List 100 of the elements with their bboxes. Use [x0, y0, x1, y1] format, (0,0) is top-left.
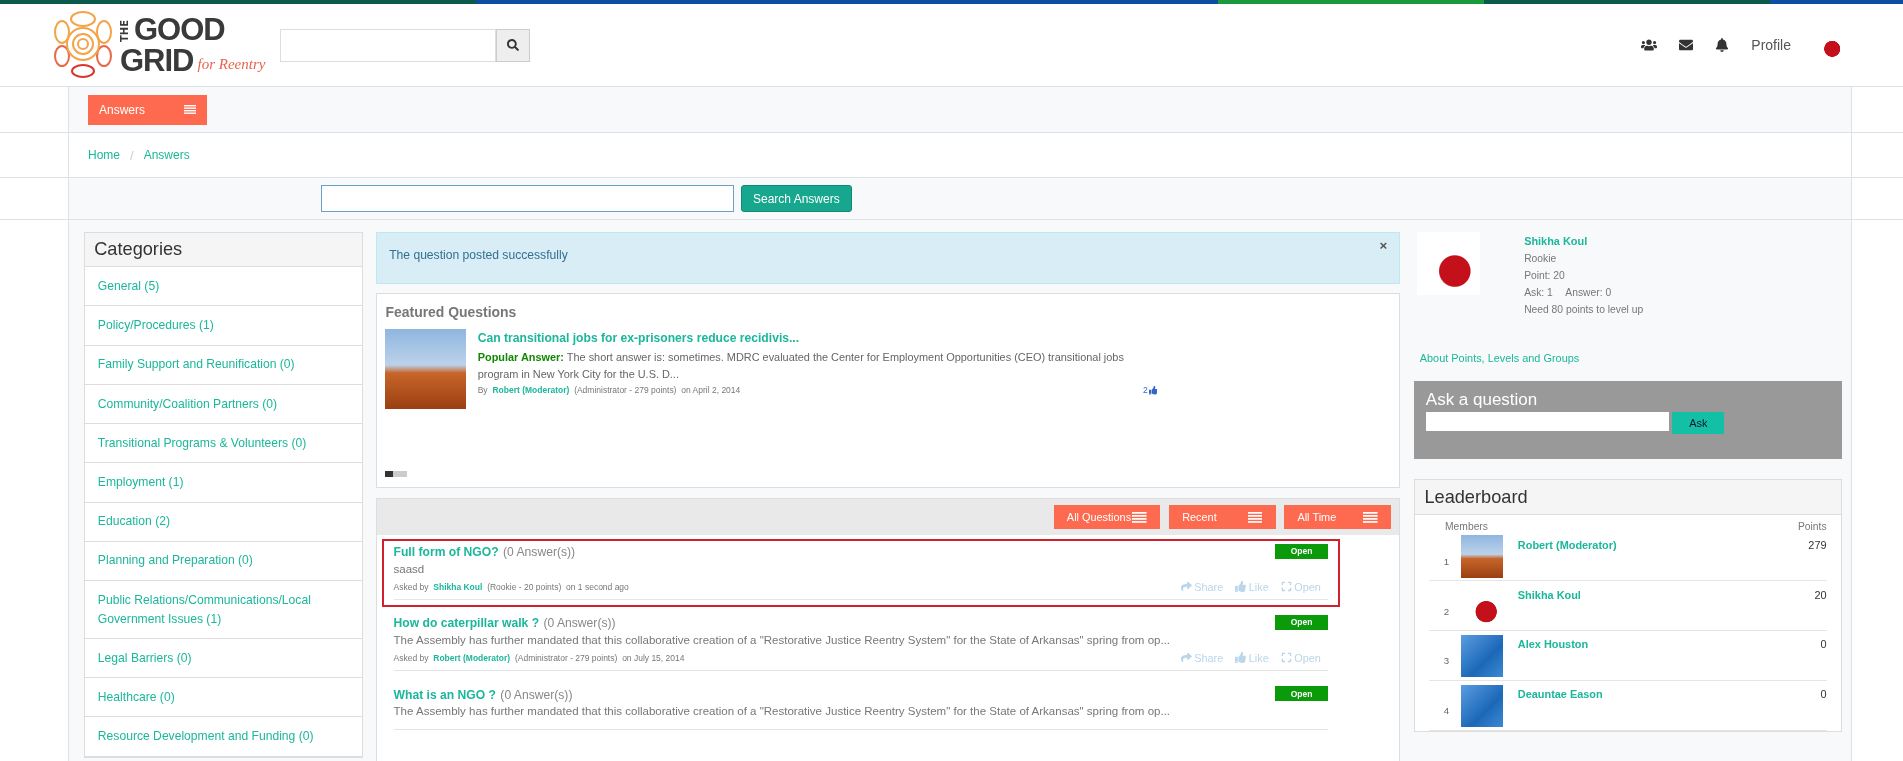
category-link[interactable]: Policy/Procedures (1) — [84, 306, 362, 346]
category-link[interactable]: Transitional Programs & Volunteers (0) — [84, 424, 362, 464]
menu-icon — [1362, 511, 1378, 523]
question-excerpt: The Assembly has further mandated that this collaborative creation of a "Restorative Justice Reentry System" for the State of Arkansas" spring from op... — [393, 705, 1172, 717]
column-header: Members — [1445, 520, 1488, 532]
logo-text: GRID — [120, 45, 194, 76]
profile-name-link[interactable]: Shikha Koul — [1524, 232, 1644, 251]
expand-icon — [1280, 581, 1292, 593]
column-header: Points — [1797, 520, 1827, 532]
member-photo — [1460, 634, 1504, 678]
category-link[interactable]: Legal Barriers (0) — [84, 639, 362, 679]
category-link[interactable]: Resource Development and Funding (0) — [84, 717, 362, 757]
carousel-indicator[interactable] — [385, 471, 393, 478]
answer-count: Answer: 0 — [1565, 287, 1612, 299]
action-link[interactable]: Share — [1180, 651, 1224, 664]
search-field[interactable] — [280, 28, 496, 62]
logo[interactable]: THE GOOD GRID for Reentry — [50, 10, 280, 80]
answer-count: (0 Answer(s)) — [543, 616, 616, 631]
level-text: Rookie — [1524, 252, 1558, 267]
meta-text: Asked by — [393, 652, 429, 663]
category-link[interactable]: Community/Coalition Partners (0) — [84, 384, 362, 425]
logo-text: THE — [120, 19, 130, 42]
search-icon — [507, 39, 519, 51]
action-link[interactable]: Share — [1180, 580, 1224, 593]
search-button[interactable] — [496, 28, 530, 62]
action-link[interactable]: Like — [1235, 651, 1269, 664]
panel-title: Featured Questions — [385, 303, 518, 320]
menu-icon — [1247, 511, 1263, 523]
rank-text: 3 — [1442, 655, 1451, 667]
member-link[interactable]: Robert (Moderator) — [1517, 538, 1778, 551]
notification-icon[interactable] — [1715, 38, 1730, 52]
filter-dropdown-button[interactable]: Recent — [1168, 504, 1276, 530]
category-link[interactable]: Planning and Preparation (0) — [84, 541, 362, 581]
filter-dropdown-button[interactable]: All Questions — [1053, 504, 1161, 530]
logo-text: GOOD — [134, 14, 225, 45]
breadcrumb-link[interactable]: Home — [88, 148, 120, 162]
filter-dropdown-button[interactable]: All Time — [1284, 504, 1391, 530]
points-text: Point: 20 — [1524, 269, 1566, 284]
alert-message: The question posted successfully — [389, 247, 568, 262]
people-icon[interactable] — [1641, 37, 1658, 53]
search-answers-button[interactable]: Search Answers — [741, 185, 852, 212]
meta-text: Asked by — [393, 581, 429, 592]
question-excerpt: saasd — [393, 562, 426, 575]
question-link[interactable]: Full form of NGO? — [393, 545, 499, 560]
points-value: 0 — [1819, 688, 1827, 701]
author-link[interactable]: Shikha Koul — [433, 581, 483, 592]
member-link[interactable]: Deauntae Eason — [1517, 688, 1778, 701]
member-link[interactable]: Alex Houston — [1517, 638, 1778, 651]
level-up-text: Need 80 points to level up — [1524, 303, 1644, 318]
question-field[interactable] — [1425, 412, 1669, 432]
meta-text: (Administrator - 279 points) — [574, 383, 677, 397]
action-link[interactable]: Like — [1235, 580, 1269, 593]
profile-link[interactable]: Profile — [1751, 37, 1791, 53]
thumbs-up-icon — [1235, 652, 1247, 664]
breadcrumb-link[interactable]: Answers — [143, 148, 190, 162]
carousel-indicator[interactable] — [392, 471, 401, 478]
category-link[interactable]: Healthcare (0) — [84, 678, 362, 718]
category-link[interactable]: Family Support and Reunification (0) — [84, 345, 362, 385]
category-link[interactable]: Education (2) — [84, 502, 362, 542]
category-link[interactable]: Employment (1) — [84, 463, 362, 503]
question-link[interactable]: What is an NGO ? — [393, 687, 496, 702]
question-link[interactable]: How do caterpillar walk ? — [393, 616, 540, 631]
profile-photo — [1417, 232, 1481, 296]
member-photo — [1460, 535, 1504, 578]
author-link[interactable]: Robert (Moderator) — [492, 383, 570, 398]
thumbs-up-icon — [1235, 581, 1247, 593]
panel-title: Leaderboard — [1414, 480, 1842, 515]
ask-title: Ask a question — [1425, 389, 1539, 410]
menu-icon — [1132, 511, 1147, 523]
ask-count: Ask: 1 — [1524, 287, 1553, 299]
share-icon — [1180, 652, 1192, 664]
date-text: on 1 second ago — [566, 581, 629, 592]
answer-search-field[interactable] — [321, 185, 734, 212]
answers-menu-button[interactable]: Answers — [88, 94, 207, 125]
meta-text: (Administrator - 279 points) — [514, 652, 618, 663]
mail-icon[interactable] — [1679, 38, 1694, 52]
action-link[interactable]: Open — [1280, 580, 1321, 593]
points-value: 20 — [1813, 588, 1827, 601]
status-badge: Open — [1274, 543, 1329, 559]
member-photo — [1460, 684, 1504, 727]
category-link[interactable]: Public Relations/Communications/Local Government Issues (1) — [84, 581, 362, 640]
about-points-link[interactable]: About Points, Levels and Groups — [1419, 352, 1843, 365]
like-count[interactable]: 2 — [1142, 383, 1158, 398]
question-link[interactable]: Can transitional jobs for ex-prisoners reduce recidivis... — [477, 331, 800, 346]
close-button[interactable]: × — [1379, 238, 1388, 253]
meta-text: By — [477, 383, 488, 397]
popular-answer-text: Popular Answer: The short answer is: sometimes. MDRC evaluated the Center for Employment Opportunities (CEO) transitional jobs program in New York City for the U.S. D... — [477, 349, 1125, 383]
author-link[interactable]: Robert (Moderator) — [433, 652, 511, 663]
status-badge: Open — [1274, 686, 1329, 701]
ask-button[interactable]: Ask — [1672, 412, 1725, 434]
meta-text: (Rookie - 20 points) — [487, 581, 562, 592]
points-value: 279 — [1807, 538, 1827, 551]
member-link[interactable]: Shikha Koul — [1517, 588, 1778, 601]
question-excerpt: The Assembly has further mandated that this collaborative creation of a "Restorative Justice Reentry System" for the State of Arkansas" spring from op... — [393, 633, 1172, 646]
answer-count: (0 Answer(s)) — [500, 687, 573, 702]
points-value: 0 — [1819, 638, 1827, 651]
logo-tagline: for Reentry — [197, 57, 266, 74]
action-link[interactable]: Open — [1280, 651, 1321, 664]
category-link[interactable]: General (5) — [84, 267, 362, 307]
rank-text: 1 — [1442, 555, 1451, 567]
